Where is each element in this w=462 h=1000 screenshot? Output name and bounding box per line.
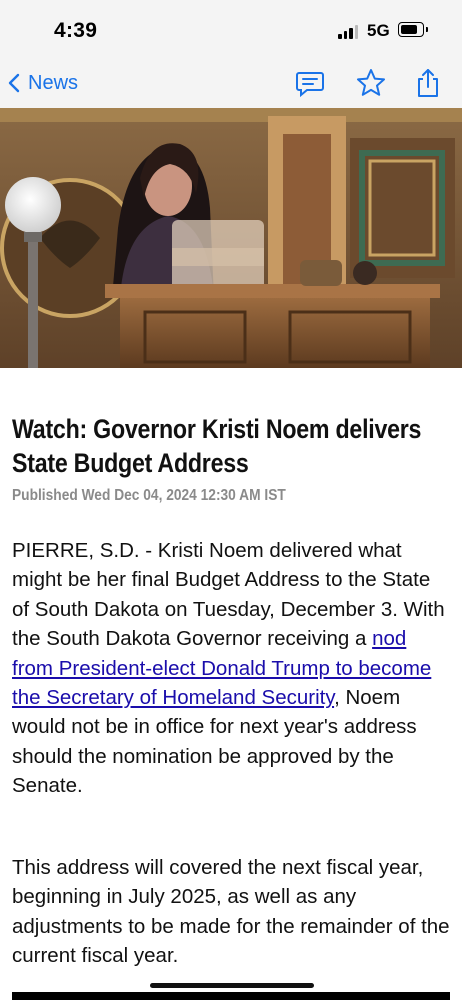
- article-hero-image: [0, 108, 462, 368]
- article-published-date: Published Wed Dec 04, 2024 12:30 AM IST: [12, 487, 286, 504]
- back-button-label: News: [28, 71, 79, 94]
- article-headline: Watch: Governor Kristi Noem delivers Sta…: [12, 414, 422, 478]
- article-paragraph-1: PIERRE, S.D. - Kristi Noem delivered wha…: [12, 536, 452, 801]
- status-bar: 4:39 5G: [0, 0, 462, 58]
- signal-icon: [338, 25, 360, 39]
- share-icon[interactable]: [412, 67, 444, 99]
- bottom-divider: [12, 992, 450, 1000]
- battery-icon: [398, 22, 424, 37]
- nav-bar: News: [0, 58, 462, 108]
- star-icon[interactable]: [355, 67, 387, 99]
- status-time: 4:39: [54, 19, 98, 42]
- article-paragraph-2: This address will covered the next fisca…: [12, 856, 450, 968]
- home-indicator[interactable]: [150, 983, 314, 988]
- chevron-left-icon: [8, 73, 20, 93]
- battery-tip: [426, 27, 428, 32]
- network-type: 5G: [367, 21, 390, 40]
- comment-icon[interactable]: [294, 67, 326, 99]
- back-button[interactable]: News: [6, 68, 78, 98]
